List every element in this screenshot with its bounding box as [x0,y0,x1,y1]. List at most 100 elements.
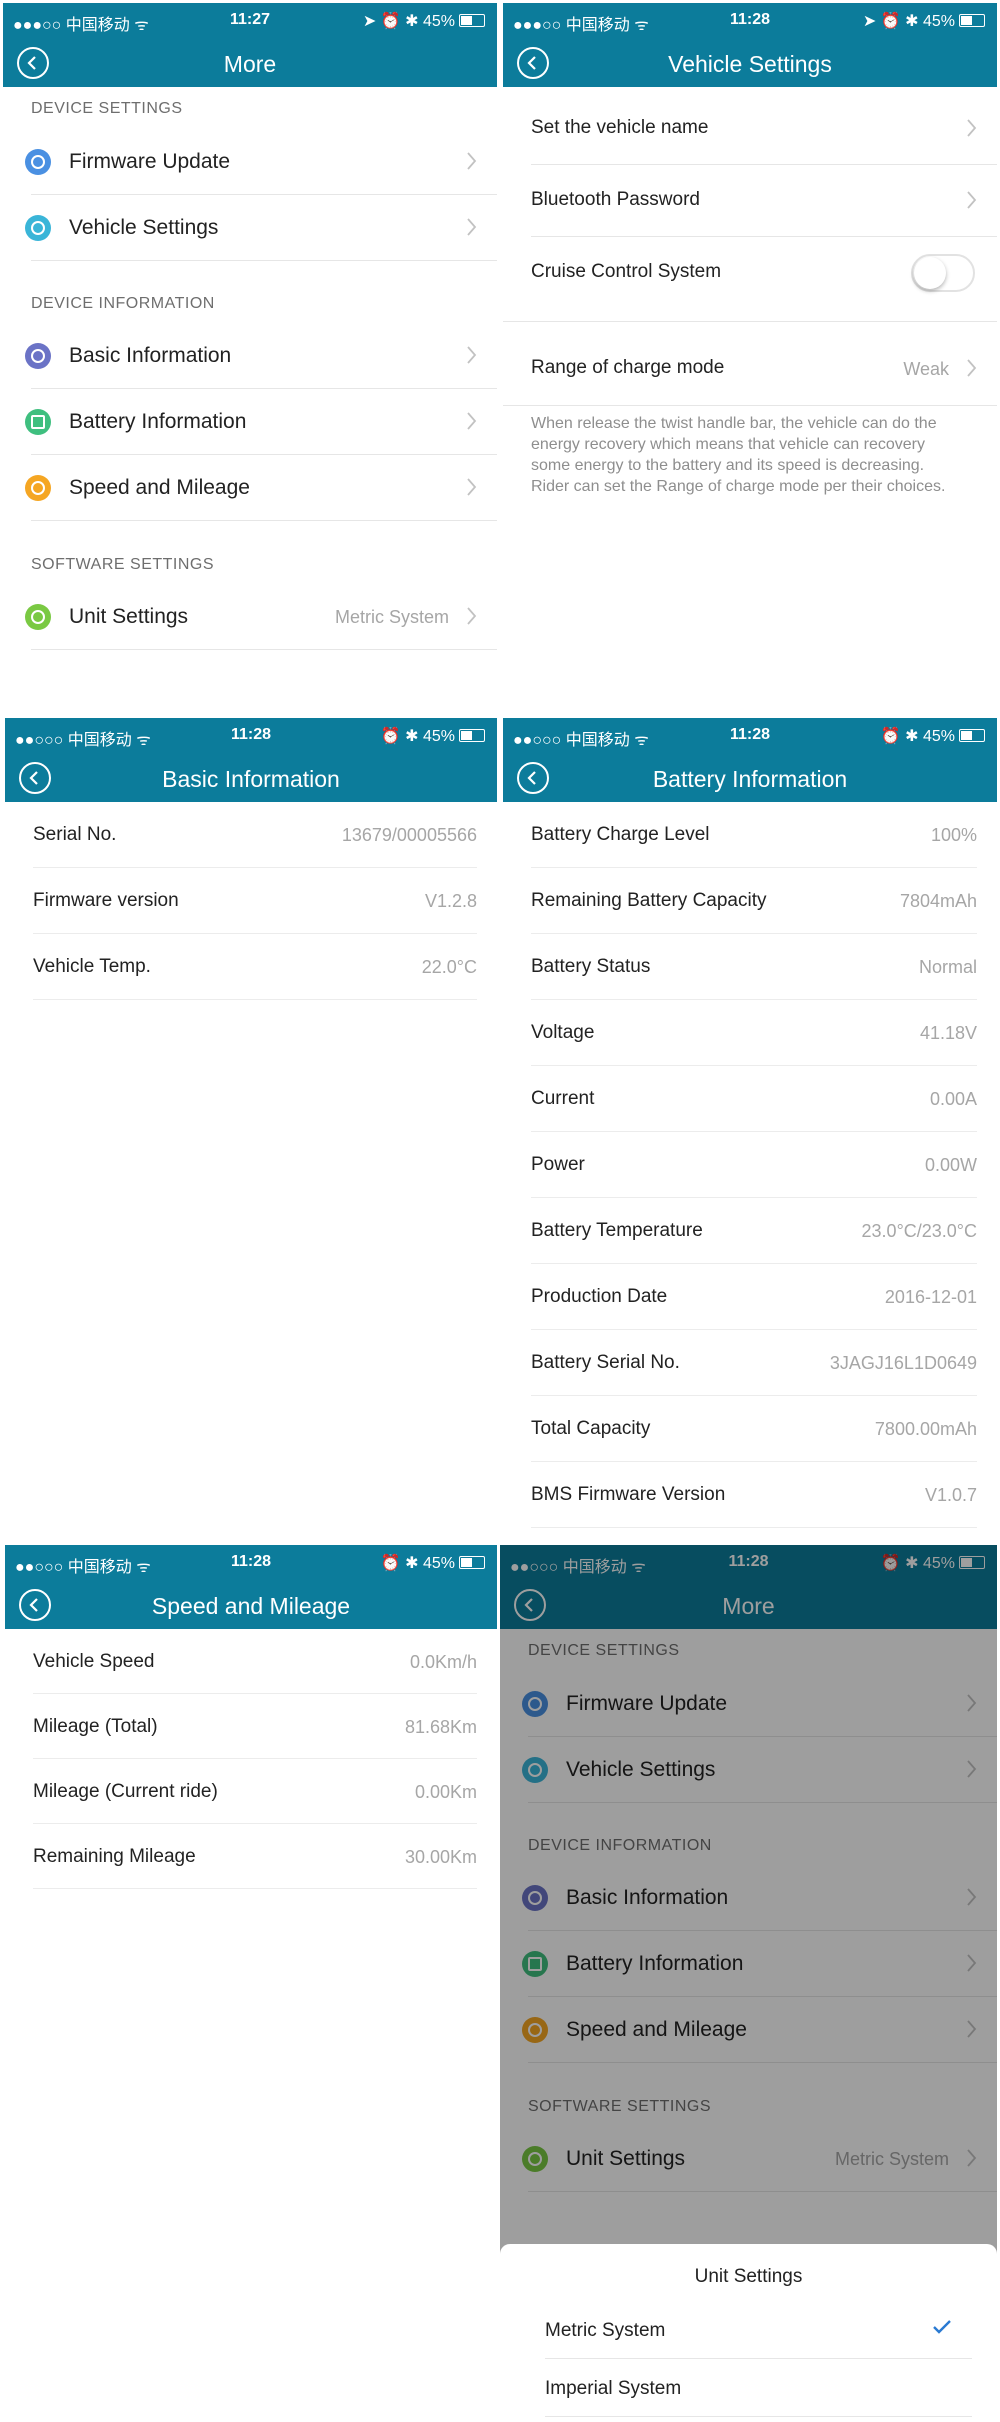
info-label: Mileage (Current ride) [33,1781,218,1802]
menu-item-vehicle-settings[interactable]: Vehicle Settings [3,195,497,261]
status-icons: ⏰ ✱ 45% [880,728,955,745]
info-row: Remaining Battery Capacity 7804mAh [503,868,997,934]
info-label: Voltage [531,1022,595,1043]
screen-speed-and-mileage: ●●○○○ 中国移动 ᯤ 11:28 ⏰ ✱ 45% Speed and Mil… [5,1545,497,2419]
menu-item-label: Basic Information [69,344,232,367]
screen-battery-information: ●●○○○ 中国移动 ᯤ 11:28 ⏰ ✱ 45% Battery Infor… [503,718,997,1538]
status-right: ⏰ ✱ 45% [381,1553,485,1573]
status-bar: ●●○○○ 中国移动 ᯤ 11:28 ⏰ ✱ 45% [5,1545,497,1581]
chevron-right-icon [467,152,477,170]
info-row: BMS Firmware Version V1.0.7 [503,1462,997,1528]
screen-more: ●●●○○ 中国移动 ᯤ 11:27 ➤ ⏰ ✱ 45% More DEVICE… [3,3,497,713]
nav-bar: Speed and Mileage [5,1581,497,1629]
charge-mode-row[interactable]: Range of charge mode Weak [503,333,997,405]
info-row: Battery Serial No. 3JAGJ16L1D0649 [503,1330,997,1396]
chevron-right-icon [967,191,977,209]
menu-item-firmware-update[interactable]: Firmware Update [3,129,497,195]
status-bar: ●●○○○ 中国移动 ᯤ 11:28 ⏰ ✱ 45% [5,718,497,754]
option-imperial-system[interactable]: Imperial System [545,2360,972,2417]
info-value: 7804mAh [899,891,977,911]
info-value: 0.00Km [414,1782,477,1802]
option-label: Imperial System [545,2378,682,2399]
info-row: Serial No. 13679/00005566 [5,802,497,868]
battery-icon [459,729,485,742]
sheet-title: Unit Settings [694,2266,803,2287]
page-title: Speed and Mileage [151,1593,351,1619]
status-icons: ➤ ⏰ ✱ 45% [862,13,955,30]
info-value: 3JAGJ16L1D0649 [829,1353,977,1373]
info-row: Voltage 41.18V [503,1000,997,1066]
screen-more-unit-sheet: ●●○○○ 中国移动 ᯤ 11:28 ⏰ ✱ 45% More DEVICE S… [500,1545,997,2419]
battery-icon [959,729,985,742]
info-label: BMS Firmware Version [531,1484,726,1505]
section-device-settings: DEVICE SETTINGS [31,100,183,117]
menu-item-battery-information[interactable]: Battery Information [3,389,497,455]
option-metric-system[interactable]: Metric System [545,2302,972,2359]
battery-icon [459,1556,485,1569]
info-label: Remaining Mileage [33,1846,196,1867]
settings-gear-icon [25,215,51,241]
page-title: Battery Information [652,766,848,792]
page-title: Vehicle Settings [668,51,832,77]
menu-item-label: Unit Settings [69,605,189,628]
screen-basic-information: ●●○○○ 中国移动 ᯤ 11:28 ⏰ ✱ 45% Basic Informa… [5,718,497,1538]
menu-item-speed-and-mileage[interactable]: Speed and Mileage [3,455,497,521]
menu-item-unit-settings[interactable]: Unit Settings Metric System [3,584,497,650]
info-label: Battery Status [531,956,651,977]
info-row: Firmware version V1.2.8 [5,868,497,934]
menu-item-basic-information[interactable]: Basic Information [3,323,497,389]
info-icon [25,343,51,369]
divider [503,321,997,322]
info-row: Remaining Mileage 30.00Km [5,1824,497,1889]
info-value: 23.0°C/23.0°C [861,1221,977,1241]
status-bar: ●●○○○ 中国移动 ᯤ 11:28 ⏰ ✱ 45% [503,718,997,754]
checkmark-icon [933,2320,951,2334]
nav-bar: More [3,39,497,87]
info-value: V1.0.7 [924,1485,977,1505]
row-label: Set the vehicle name [531,117,709,138]
info-label: Vehicle Temp. [33,956,151,977]
status-right: ⏰ ✱ 45% [881,726,985,746]
status-icons: ⏰ ✱ 45% [380,1555,455,1572]
nav-bar: Basic Information [5,754,497,802]
row-label: Range of charge mode [531,357,725,378]
status-bar: ●●●○○ 中国移动 ᯤ 11:28 ➤ ⏰ ✱ 45% [503,3,997,39]
info-row: Vehicle Speed 0.0Km/h [5,1629,497,1694]
info-row: Current 0.00A [503,1066,997,1132]
page-title: More [223,51,277,77]
bluetooth-password-row[interactable]: Bluetooth Password [503,165,997,237]
info-label: Vehicle Speed [33,1651,155,1672]
battery-icon [25,409,51,435]
nav-bar: Battery Information [503,754,997,802]
info-value: 2016-12-01 [884,1287,977,1307]
cruise-control-toggle[interactable] [911,254,975,292]
info-value: 13679/00005566 [341,825,477,845]
battery-icon [959,14,985,27]
info-value: 0.00A [929,1089,977,1109]
set-vehicle-name-row[interactable]: Set the vehicle name [503,93,997,165]
chevron-right-icon [467,478,477,496]
info-value: 0.0Km/h [409,1652,477,1672]
info-row: Mileage (Total) 81.68Km [5,1694,497,1759]
chevron-right-icon [967,119,977,137]
charge-mode-description: When release the twist handle bar, the v… [531,415,946,495]
menu-item-label: Battery Information [69,410,247,433]
info-row: Battery Temperature 23.0°C/23.0°C [503,1198,997,1264]
info-label: Remaining Battery Capacity [531,890,767,911]
cruise-control-row: Cruise Control System [503,237,997,309]
info-value: 30.00Km [404,1847,477,1867]
info-value: 7800.00mAh [874,1419,977,1439]
nav-bar: Vehicle Settings [503,39,997,87]
info-value: 81.68Km [404,1717,477,1737]
screen-vehicle-settings: ●●●○○ 中国移动 ᯤ 11:28 ➤ ⏰ ✱ 45% Vehicle Set… [503,3,997,713]
info-row: Vehicle Temp. 22.0°C [5,934,497,1000]
page-title: Basic Information [162,766,340,792]
menu-item-label: Firmware Update [69,150,231,173]
charge-mode-value: Weak [903,359,949,379]
upload-arrow-icon [25,149,51,175]
info-row: Battery Charge Level 100% [503,802,997,868]
chevron-right-icon [467,346,477,364]
section-software-settings: SOFTWARE SETTINGS [31,556,215,573]
unit-settings-sheet: Unit Settings Metric System Imperial Sys… [500,2244,997,2419]
info-label: Serial No. [33,824,117,845]
